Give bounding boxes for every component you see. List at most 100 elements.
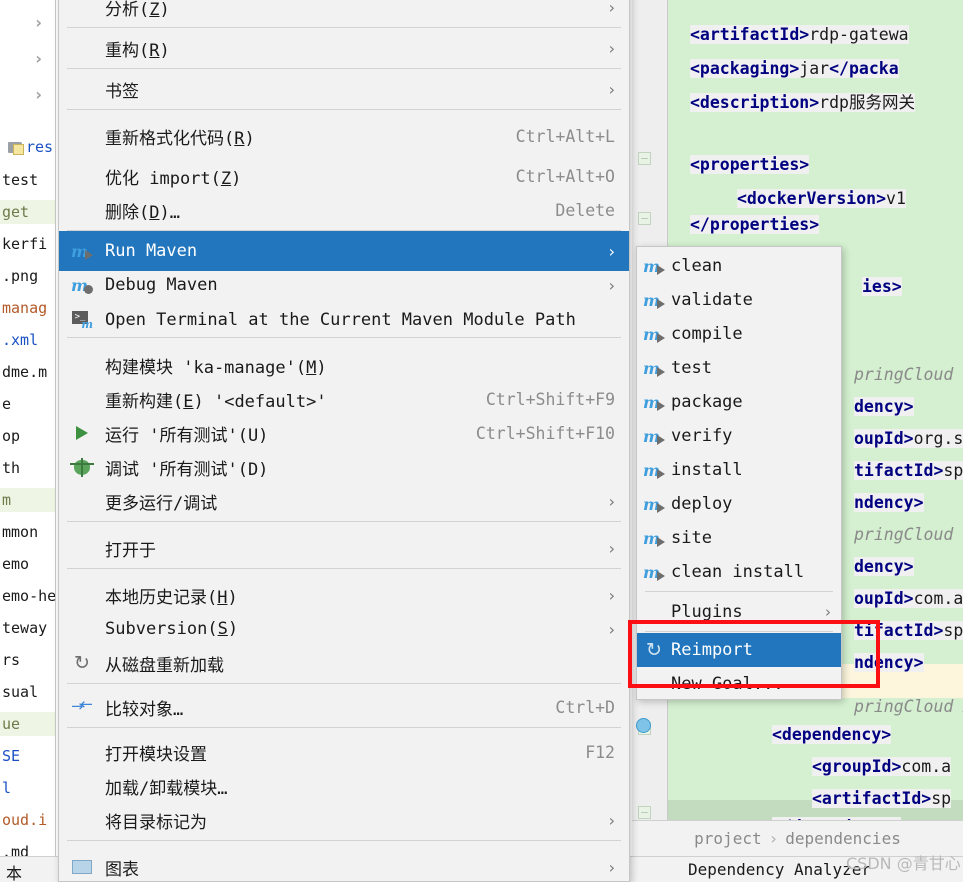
tree-item[interactable]: oud.i (0, 808, 56, 832)
submenu-item[interactable]: m validate (637, 283, 841, 317)
submenu-item[interactable]: Plugins › (637, 595, 841, 629)
code-line: <groupId>com.a (812, 750, 952, 784)
submenu-item[interactable]: m package (637, 385, 841, 419)
fold-marker-close[interactable]: − (638, 212, 651, 225)
menu-item[interactable]: 图表 › (59, 847, 629, 882)
code-line: ies> (862, 270, 902, 304)
menu-separator (67, 840, 621, 841)
tree-item[interactable]: teway (0, 616, 56, 640)
menu-separator (67, 568, 621, 569)
code-token: sp (943, 621, 963, 640)
chevron-right-icon[interactable]: › (0, 85, 56, 104)
fold-marker-dependency-end[interactable]: − (638, 806, 651, 819)
submenu-item[interactable]: New Goal... (637, 667, 841, 701)
menu-item[interactable]: 将目录标记为 › (59, 800, 629, 840)
chevron-right-icon: › (608, 619, 615, 639)
tree-item[interactable]: m (0, 488, 56, 512)
tree-item[interactable]: kerfi (0, 232, 56, 256)
submenu-item[interactable]: m clean install (637, 555, 841, 589)
submenu-item[interactable]: m test (637, 351, 841, 385)
tree-item[interactable]: manag (0, 296, 56, 320)
chevron-right-icon[interactable]: › (0, 13, 56, 32)
chevron-right-icon[interactable]: › (0, 49, 56, 68)
menu-item[interactable]: 重构(R) › (59, 28, 629, 68)
code-token: jar (799, 59, 830, 78)
tree-item[interactable]: res (0, 135, 56, 159)
menu-item[interactable]: 打开于 › (59, 528, 629, 568)
tree-item[interactable]: ue (0, 712, 56, 736)
breadcrumb-item-project[interactable]: project (694, 829, 761, 848)
tree-item[interactable]: l (0, 776, 56, 800)
code-line: dency> (854, 390, 914, 424)
tree-item[interactable]: sual (0, 680, 56, 704)
tree-item[interactable]: .xml (0, 328, 56, 352)
tree-item[interactable]: e (0, 392, 56, 416)
menu-item[interactable]: 书签 › (59, 69, 629, 109)
tree-item[interactable]: SE (0, 744, 56, 768)
menu-item-label: 比较对象… (105, 699, 184, 720)
tree-item[interactable]: › (0, 46, 56, 70)
menu-item-label: 从磁盘重新加载 (105, 655, 224, 676)
code-token: <artifactId> (690, 25, 810, 44)
menu-item-label: 本地历史记录(H) (105, 587, 238, 608)
breadcrumb-separator-icon: › (768, 829, 779, 848)
menu-item-label: 重新构建(E) '<default>' (105, 391, 327, 412)
tree-item[interactable]: emo-he (0, 584, 56, 608)
menu-item[interactable]: 更多运行/调试 › (59, 481, 629, 521)
project-tree-panel[interactable]: › › › res test get kerfi .png manag .xml dme.m e op t… (0, 0, 56, 882)
watermark: CSDN @青甘心 (846, 854, 961, 873)
tree-item-label: kerfi (2, 235, 48, 253)
submenu-item[interactable]: m deploy (637, 487, 841, 521)
refresh-icon: ↻ (74, 652, 90, 674)
code-token: pringCloud · (854, 365, 963, 384)
submenu-item-icon-slot: m (637, 291, 671, 310)
tree-item[interactable]: › (0, 10, 56, 34)
tree-item[interactable]: mmon (0, 520, 56, 544)
maven-run-icon: m (643, 359, 665, 378)
chevron-right-icon: › (825, 603, 831, 621)
submenu-item-icon-slot: m (637, 427, 671, 446)
tree-item-label: mmon (2, 523, 39, 541)
chevron-right-icon: › (608, 491, 615, 511)
menu-item-label: 加载/卸载模块… (105, 778, 228, 799)
menu-item-shortcut: Ctrl+Shift+F9 (485, 389, 615, 409)
tree-item[interactable]: .png (0, 264, 56, 288)
maven-run-icon: m (71, 242, 93, 261)
tree-item[interactable]: dme.m (0, 360, 56, 384)
tree-item[interactable]: emo (0, 552, 56, 576)
menu-separator (67, 337, 621, 338)
code-token: sp (931, 789, 952, 808)
maven-run-icon: m (643, 495, 665, 514)
tree-item-label: m (2, 491, 12, 509)
menu-item-icon-slot: >_ m (59, 311, 105, 331)
menu-item[interactable]: >_ m Open Terminal at the Current Maven Mo… (59, 300, 629, 340)
menu-item[interactable]: 重新格式化代码(R) Ctrl+Alt+L (59, 116, 629, 156)
breadcrumb-item-dependencies[interactable]: dependencies (785, 829, 901, 848)
tree-item[interactable]: › (0, 82, 56, 106)
tree-item[interactable]: rs (0, 648, 56, 672)
submenu-item[interactable]: m site (637, 521, 841, 555)
tree-item[interactable]: get (0, 200, 56, 224)
submenu-item[interactable]: m verify (637, 419, 841, 453)
menu-item[interactable]: ↻ 从磁盘重新加载 (59, 643, 629, 683)
tree-item[interactable]: th (0, 456, 56, 480)
tree-item[interactable]: op (0, 424, 56, 448)
menu-item[interactable]: 分析(Z) › (59, 0, 629, 27)
bottom-bar-dependency-analyzer[interactable]: Dependency Analyzer (688, 860, 871, 879)
run-maven-submenu[interactable]: m clean m validate m compile m test m package m ver… (636, 246, 842, 700)
menu-item[interactable]: m Debug Maven › (59, 265, 629, 305)
maven-reload-icon[interactable] (636, 718, 651, 733)
tree-item[interactable]: test (0, 168, 56, 192)
submenu-item[interactable]: m compile (637, 317, 841, 351)
context-menu[interactable]: 分析(Z) › 重构(R) › 书签 › 重新格式化代码(R) Ctrl+Alt+L 优化 im… (58, 0, 630, 882)
code-token: <dependency> (772, 725, 892, 744)
fold-marker-open[interactable]: − (638, 152, 651, 165)
code-token: <properties> (690, 155, 810, 174)
submenu-item[interactable]: ↻ Reimport (637, 633, 841, 667)
submenu-item[interactable]: m clean (637, 249, 841, 283)
menu-item[interactable]: 删除(D)… Delete (59, 190, 629, 230)
menu-item-shortcut: Delete (555, 200, 615, 220)
code-token: oupId> (854, 429, 914, 448)
submenu-item[interactable]: m install (637, 453, 841, 487)
menu-item[interactable]: → ← 比较对象… Ctrl+D (59, 687, 629, 727)
